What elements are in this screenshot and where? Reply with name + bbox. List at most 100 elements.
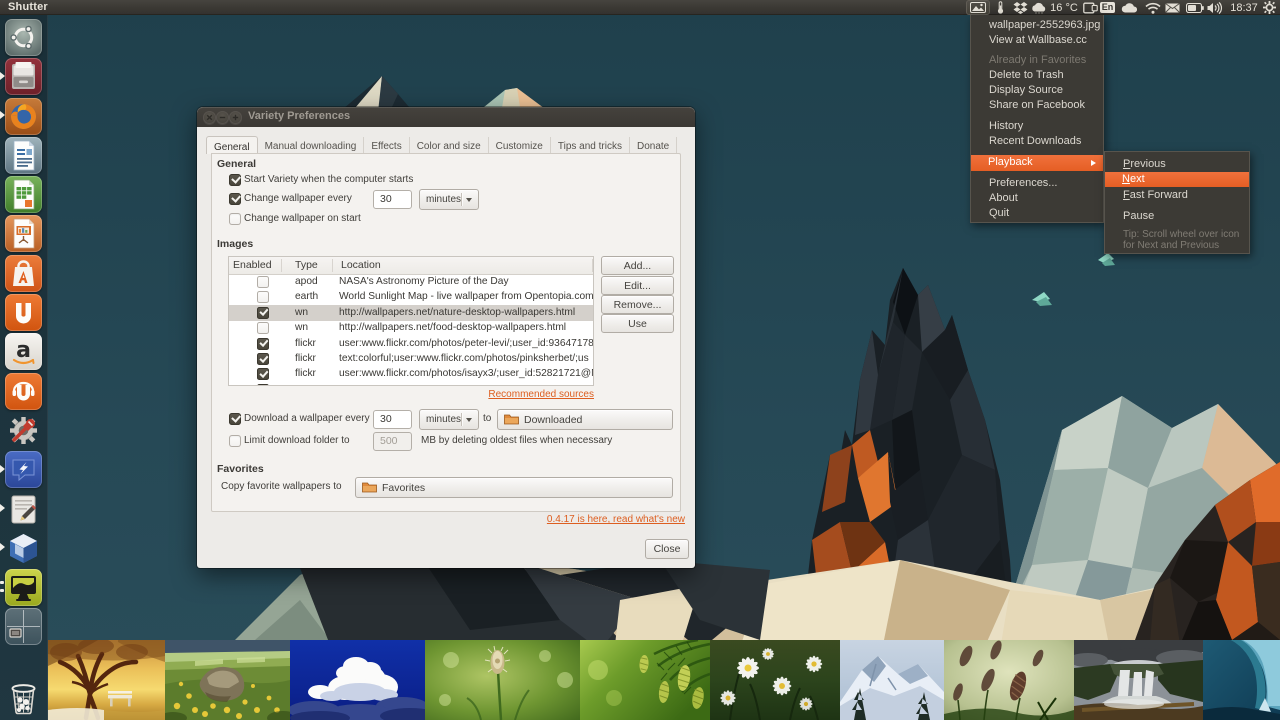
thumbnail-plantain[interactable] [425, 640, 580, 720]
remove-button[interactable]: Remove... [601, 295, 674, 314]
launcher-dash-home[interactable] [5, 19, 42, 56]
menu-item-recent-downloads[interactable]: Recent Downloads [972, 134, 1102, 149]
launcher-firefox[interactable] [5, 98, 42, 135]
thumbnail-snow-mountain[interactable] [840, 640, 944, 720]
menu-item-wallpaper-filename[interactable]: wallpaper-2552963.jpg [972, 18, 1102, 33]
input-change-interval[interactable]: 30 [373, 190, 412, 209]
sound-indicator[interactable] [1205, 0, 1225, 15]
keyboard-layout-indicator[interactable]: En [1100, 0, 1115, 15]
messaging-indicator[interactable] [1163, 0, 1182, 15]
launcher-files[interactable] [5, 58, 42, 95]
tab-color-and-size[interactable]: Color and size [410, 137, 489, 154]
network-indicator[interactable] [1143, 0, 1162, 15]
launcher-ubuntu-one[interactable] [5, 294, 42, 331]
checkbox-change-on-start[interactable] [229, 213, 241, 225]
column-header-location[interactable]: Location [333, 257, 593, 274]
add-button[interactable]: Add... [601, 256, 674, 275]
download-folder-button[interactable]: Downloaded [497, 409, 673, 430]
thumbnail-autumn-tree[interactable] [48, 640, 165, 720]
window-maximize-button[interactable] [229, 111, 242, 124]
launcher-variety[interactable] [5, 569, 42, 606]
use-button[interactable]: Use [601, 314, 674, 333]
tab-general[interactable]: General [206, 136, 258, 154]
table-row-wn-food[interactable]: wn http://wallpapers.net/food-desktop-wa… [229, 321, 593, 336]
launcher-system-settings[interactable] [5, 412, 42, 449]
row-checkbox[interactable] [257, 276, 269, 288]
weather-indicator[interactable] [1029, 0, 1049, 15]
launcher-workspace-switcher[interactable] [5, 608, 42, 645]
table-row-flickr-2[interactable]: flickr text:colorful;user:www.flickr.com… [229, 352, 593, 367]
launcher-libreoffice-calc[interactable] [5, 176, 42, 213]
table-row-flickr-3[interactable]: flickr user:www.flickr.com/photos/isayx3… [229, 367, 593, 382]
launcher-libreoffice-writer[interactable] [5, 137, 42, 174]
menu-item-display-source[interactable]: Display Source [972, 83, 1102, 98]
checkbox-change-wallpaper-every[interactable] [229, 193, 241, 205]
menu-item-delete-to-trash[interactable]: Delete to Trash [972, 68, 1102, 83]
checkbox-limit-folder[interactable] [229, 435, 241, 447]
sync-indicator[interactable] [1120, 0, 1138, 15]
table-row-flickr-1[interactable]: flickr user:www.flickr.com/photos/peter-… [229, 336, 593, 351]
row-checkbox[interactable] [257, 338, 269, 350]
update-link[interactable]: 0.4.17 is here, read what's new [547, 514, 685, 525]
panel-app-name[interactable]: Shutter [8, 1, 48, 13]
tab-tips-and-tricks[interactable]: Tips and tricks [551, 137, 630, 154]
thumbnail-grass-spikes[interactable] [944, 640, 1074, 720]
thermometer-indicator[interactable] [994, 0, 1006, 15]
launcher-libreoffice-impress[interactable] [5, 215, 42, 252]
table-row-earth[interactable]: earth World Sunlight Map - live wallpape… [229, 290, 593, 305]
dropbox-indicator[interactable] [1010, 0, 1030, 15]
recommended-sources-link[interactable]: Recommended sources [488, 389, 594, 400]
edit-button[interactable]: Edit... [601, 276, 674, 295]
checkbox-start-on-boot[interactable] [229, 174, 241, 186]
launcher-trash[interactable] [5, 680, 42, 717]
launcher-ubuntu-one-music[interactable] [5, 373, 42, 410]
menu-item-playback[interactable]: Playback [971, 155, 1103, 171]
variety-indicator[interactable] [966, 0, 990, 15]
menu-item-history[interactable]: History [972, 119, 1102, 134]
row-checkbox[interactable] [257, 322, 269, 334]
favorites-folder-button[interactable]: Favorites [355, 477, 673, 498]
temperature-label[interactable]: 16 °C [1049, 0, 1079, 15]
input-limit-mb[interactable]: 500 [373, 432, 412, 451]
menu-item-quit[interactable]: Quit [972, 206, 1102, 221]
menu-item-preferences[interactable]: Preferences... [972, 176, 1102, 191]
input-download-interval[interactable]: 30 [373, 410, 412, 429]
menu-item-about[interactable]: About [972, 191, 1102, 206]
row-checkbox[interactable] [257, 307, 269, 319]
column-header-type[interactable]: Type [282, 257, 333, 274]
table-row-wn-nature[interactable]: wn http://wallpapers.net/nature-desktop-… [229, 305, 593, 320]
launcher-messenger[interactable] [5, 451, 42, 488]
tab-manual-downloading[interactable]: Manual downloading [258, 137, 365, 154]
submenu-item-pause[interactable]: Pause [1106, 209, 1248, 224]
table-row-apod[interactable]: apod NASA's Astronomy Picture of the Day [229, 275, 593, 290]
column-header-enabled[interactable]: Enabled [229, 257, 282, 274]
submenu-item-next[interactable]: Next [1105, 172, 1249, 188]
submenu-item-previous[interactable]: Previous [1106, 157, 1248, 172]
dropdown-change-unit[interactable]: minutes [419, 189, 479, 210]
window-minimize-button[interactable] [216, 111, 229, 124]
launcher-virtualbox[interactable] [5, 530, 42, 567]
window-titlebar[interactable]: Variety Preferences [197, 107, 695, 127]
close-button[interactable]: Close [645, 539, 689, 559]
submenu-item-fast-forward[interactable]: Fast Forward [1106, 188, 1248, 203]
session-indicator[interactable] [1261, 0, 1277, 15]
thumbnail-meadow-rock[interactable] [165, 640, 290, 720]
tab-effects[interactable]: Effects [364, 137, 409, 154]
row-checkbox[interactable] [257, 291, 269, 303]
launcher-amazon[interactable]: a [5, 333, 42, 370]
checkbox-download-wallpaper[interactable] [229, 413, 241, 425]
row-checkbox[interactable] [257, 384, 269, 386]
menu-item-view-at-wallbase[interactable]: View at Wallbase.cc [972, 33, 1102, 48]
thumbnail-pine-cones[interactable] [580, 640, 710, 720]
thumbnail-daisies[interactable] [710, 640, 840, 720]
table-row-partial[interactable] [229, 382, 593, 385]
tab-donate[interactable]: Donate [630, 137, 677, 154]
menu-item-share-on-facebook[interactable]: Share on Facebook [972, 98, 1102, 113]
dropdown-download-unit[interactable]: minutes [419, 409, 479, 430]
thumbnail-iceberg[interactable] [1203, 640, 1280, 720]
clock-indicator[interactable]: 18:37 [1230, 0, 1258, 15]
thumbnail-clouds[interactable] [290, 640, 425, 720]
tab-customize[interactable]: Customize [489, 137, 551, 154]
thumbnail-waterfall[interactable] [1074, 640, 1203, 720]
row-checkbox[interactable] [257, 353, 269, 365]
